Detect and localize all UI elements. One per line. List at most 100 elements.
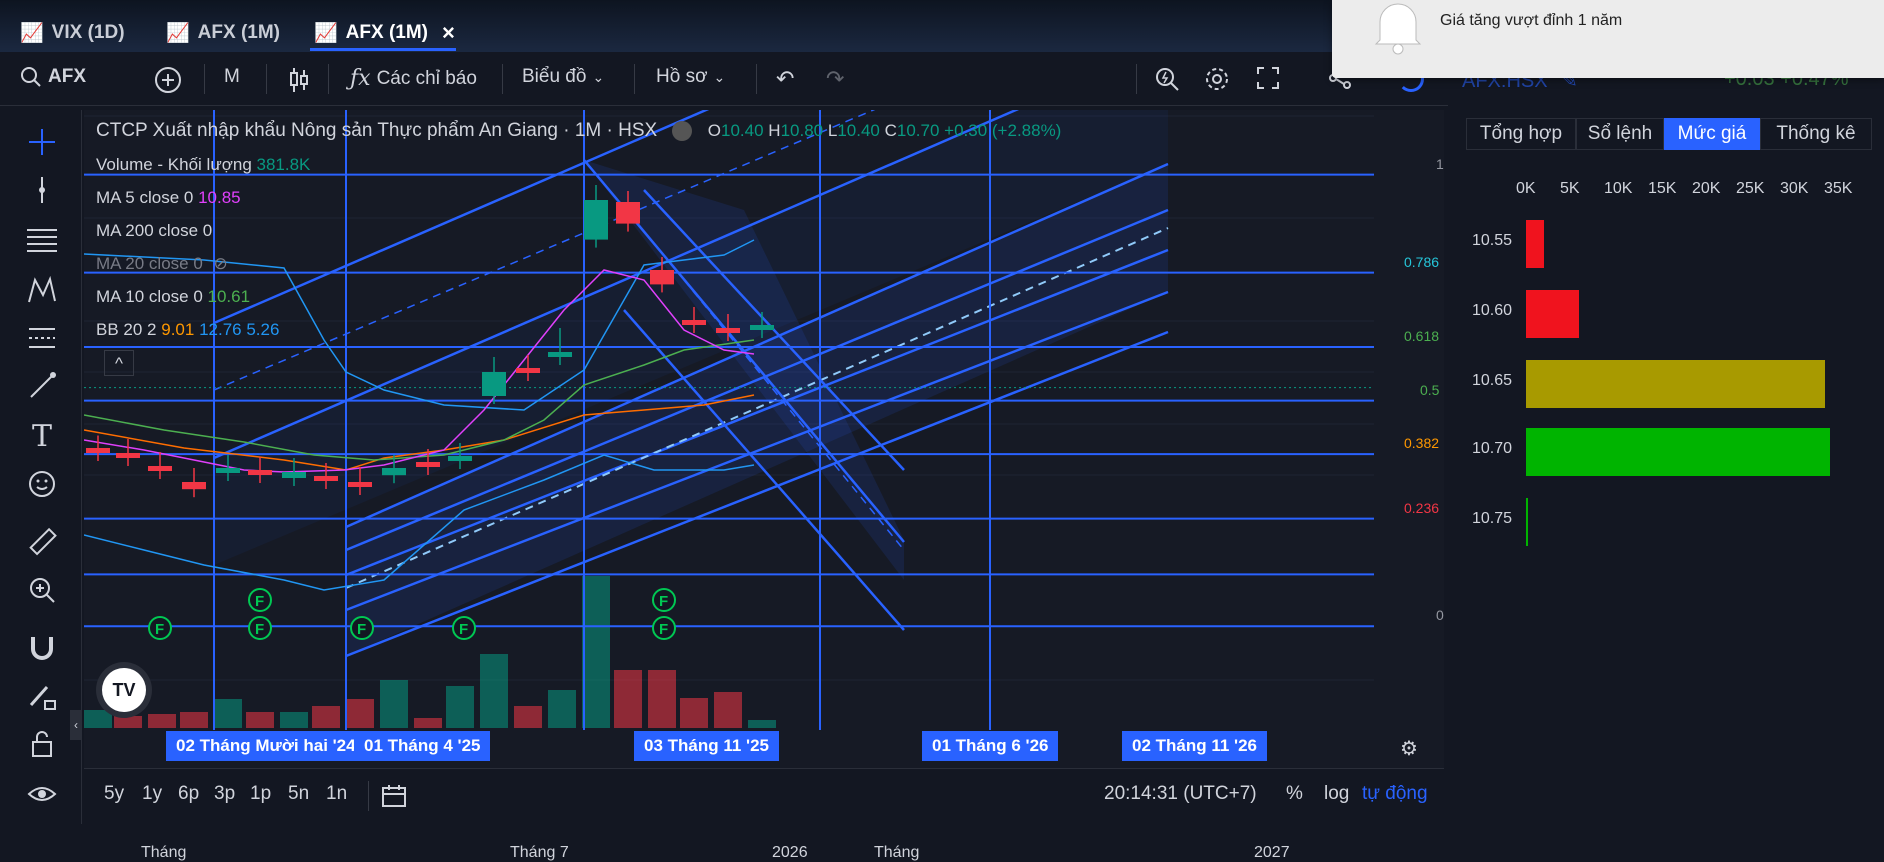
time-label: Tháng 7 bbox=[510, 844, 569, 861]
pattern-icon bbox=[28, 275, 56, 303]
prediction-tool[interactable] bbox=[22, 318, 62, 358]
percent-toggle[interactable]: % bbox=[1286, 783, 1303, 805]
volume-bar bbox=[680, 698, 708, 728]
zoom-tool[interactable] bbox=[22, 570, 62, 610]
volume-bar bbox=[714, 692, 742, 728]
tab-stats[interactable]: Thống kê bbox=[1760, 118, 1872, 150]
symbol-search[interactable]: AFX bbox=[20, 66, 86, 88]
volume-bar bbox=[214, 699, 242, 728]
fib-label: 0.786 bbox=[1404, 253, 1440, 270]
time-label: Tháng bbox=[874, 844, 920, 861]
indicators-button[interactable]: ƒx Các chỉ báo bbox=[350, 66, 477, 91]
legend-bb: BB 20 2 9.01 12.76 5.26 bbox=[96, 320, 280, 339]
candle-body bbox=[516, 368, 540, 373]
range-3p[interactable]: 3p bbox=[214, 783, 235, 805]
fullscreen-button[interactable] bbox=[1256, 66, 1280, 90]
chart-type-dropdown[interactable]: Biểu đồ ⌄ bbox=[522, 66, 604, 88]
volume-bar bbox=[748, 720, 776, 728]
legend-ma10: MA 10 close 0 10.61 bbox=[96, 287, 251, 306]
notification-text: Giá tăng vượt đỉnh 1 năm bbox=[1440, 12, 1623, 29]
ruler-tool[interactable] bbox=[22, 522, 62, 562]
price-level-bar bbox=[1526, 360, 1826, 408]
volume-bar bbox=[312, 706, 340, 728]
compare-button[interactable] bbox=[154, 66, 182, 94]
chart-icon: 📈 bbox=[20, 23, 44, 44]
chart-pane[interactable]: FFFFFFF CTCP Xuất nhập khẩu Nông sản Thự… bbox=[84, 107, 1508, 861]
date-marker: 01 Tháng 4 '25 bbox=[354, 731, 491, 761]
interval-button[interactable]: M bbox=[224, 66, 240, 88]
brush-tool[interactable] bbox=[22, 366, 62, 406]
date-marker: 01 Tháng 6 '26 bbox=[922, 731, 1059, 761]
log-toggle[interactable]: log bbox=[1324, 783, 1349, 805]
range-5n[interactable]: 5n bbox=[288, 783, 309, 805]
clock-display[interactable]: 20:14:31 (UTC+7) bbox=[1104, 783, 1257, 805]
date-marker: 02 Tháng Mười hai '24 bbox=[166, 731, 366, 761]
candle-body bbox=[650, 270, 674, 285]
collapse-legend-button[interactable]: ^ bbox=[104, 350, 134, 376]
range-1p[interactable]: 1p bbox=[250, 783, 271, 805]
settings-button[interactable] bbox=[1204, 66, 1230, 92]
tab-orderbook[interactable]: Sổ lệnh bbox=[1576, 118, 1664, 150]
profile-dropdown[interactable]: Hồ sơ ⌄ bbox=[656, 66, 725, 88]
volume-bar bbox=[514, 706, 542, 728]
range-1y[interactable]: 1y bbox=[142, 783, 162, 805]
tab-vix[interactable]: 📈 VIX (1D) bbox=[20, 18, 125, 48]
tradingview-logo: TV bbox=[102, 668, 146, 712]
alert-button[interactable] bbox=[1154, 66, 1180, 92]
lock-tool[interactable] bbox=[22, 724, 62, 764]
emoji-tool[interactable] bbox=[22, 464, 62, 504]
time-label: 2026 bbox=[772, 844, 808, 861]
notification-toast[interactable]: Giá tăng vượt đỉnh 1 năm bbox=[1332, 0, 1884, 78]
tab-afx-1[interactable]: 📈 AFX (1M) bbox=[166, 18, 280, 48]
range-1n[interactable]: 1n bbox=[326, 783, 347, 805]
collapse-toolbar-button[interactable]: ‹ bbox=[70, 710, 82, 740]
chart-style-button[interactable] bbox=[288, 66, 310, 94]
candle-body bbox=[314, 476, 338, 481]
time-label: 2027 bbox=[1254, 844, 1290, 861]
range-6p[interactable]: 6p bbox=[178, 783, 199, 805]
fib-label: 0.382 bbox=[1404, 435, 1440, 452]
candle-body bbox=[548, 352, 572, 357]
chart-canvas[interactable]: FFF F FFF bbox=[84, 110, 1444, 824]
candle-body bbox=[148, 466, 172, 471]
volume-bar bbox=[84, 710, 112, 728]
tab-summary[interactable]: Tổng hợp bbox=[1466, 118, 1576, 150]
text-tool[interactable]: T bbox=[22, 416, 62, 456]
axis-settings-icon[interactable]: ⚙ bbox=[1400, 736, 1418, 761]
fib-tool[interactable] bbox=[22, 220, 62, 260]
calendar-icon[interactable] bbox=[380, 783, 408, 809]
pattern-tool[interactable] bbox=[22, 270, 62, 310]
lock-icon bbox=[32, 731, 52, 757]
symbol-label: AFX bbox=[48, 66, 86, 87]
visibility-tool[interactable] bbox=[22, 774, 62, 814]
redo-button[interactable]: ↷ bbox=[826, 66, 844, 92]
tab-price-levels[interactable]: Mức giá bbox=[1664, 118, 1760, 150]
candle-body bbox=[248, 470, 272, 475]
text-icon: T bbox=[31, 418, 52, 454]
lock-drawing-tool[interactable] bbox=[22, 676, 62, 716]
candle-body bbox=[116, 453, 140, 458]
candle-body bbox=[382, 468, 406, 476]
chevron-down-icon: ⌄ bbox=[592, 68, 605, 85]
range-5y[interactable]: 5y bbox=[104, 783, 124, 805]
tab-label: VIX (1D) bbox=[51, 22, 125, 43]
function-icon: ƒx bbox=[350, 66, 371, 91]
auto-scale-toggle[interactable]: tự động bbox=[1362, 783, 1428, 805]
trendline-tool[interactable] bbox=[22, 170, 62, 210]
undo-button[interactable]: ↶ bbox=[776, 66, 794, 92]
event-marker-label: F bbox=[659, 621, 668, 638]
magnet-tool[interactable] bbox=[22, 628, 62, 668]
price-level-bar bbox=[1526, 290, 1579, 338]
crosshair-tool[interactable] bbox=[22, 122, 62, 162]
quick-search-icon bbox=[1156, 68, 1179, 91]
legend-ma5: MA 5 close 0 10.85 bbox=[96, 188, 241, 207]
chart-icon: 📈 bbox=[314, 23, 338, 44]
bell-icon bbox=[1374, 3, 1422, 55]
candle-body bbox=[182, 482, 206, 490]
candle-body bbox=[448, 456, 472, 461]
eye-off-icon[interactable]: ⊘ bbox=[214, 254, 228, 273]
close-tab-icon[interactable]: × bbox=[442, 20, 455, 46]
tab-afx-2[interactable]: 📈 AFX (1M) × bbox=[314, 18, 455, 48]
date-marker: 03 Tháng 11 '25 bbox=[634, 731, 779, 761]
volume-bar bbox=[480, 654, 508, 728]
